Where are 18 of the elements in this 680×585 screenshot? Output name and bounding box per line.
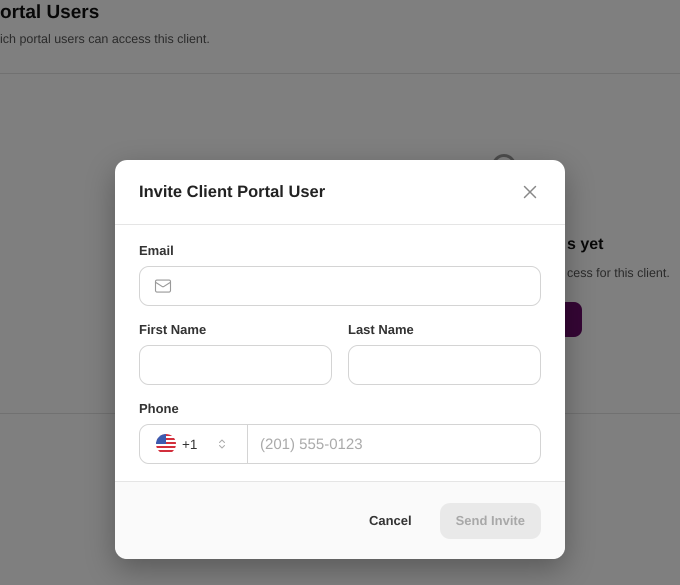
page-subtitle: ich portal users can access this client. bbox=[0, 32, 211, 46]
first-name-field[interactable] bbox=[139, 345, 332, 385]
email-field[interactable] bbox=[139, 266, 541, 306]
cancel-button[interactable]: Cancel bbox=[369, 502, 412, 538]
page-title: ortal Users bbox=[0, 2, 100, 24]
field-label: First Name bbox=[139, 322, 208, 337]
country-code-select[interactable]: +1 bbox=[140, 425, 248, 463]
field-label: Last Name bbox=[348, 322, 415, 337]
last-name-field[interactable] bbox=[348, 345, 541, 385]
dialog-title: Invite Client Portal User bbox=[139, 182, 326, 202]
field-label: Email bbox=[139, 243, 175, 258]
chevron-icon bbox=[216, 438, 228, 450]
us-flag-icon bbox=[156, 434, 176, 454]
mail-icon bbox=[154, 277, 172, 295]
empty-state-text: cess for this client. bbox=[567, 266, 671, 280]
empty-state-title: s yet bbox=[567, 236, 604, 254]
phone-field[interactable]: +1 (201) 555-0123 bbox=[139, 424, 541, 464]
field-label: Phone bbox=[139, 401, 180, 416]
